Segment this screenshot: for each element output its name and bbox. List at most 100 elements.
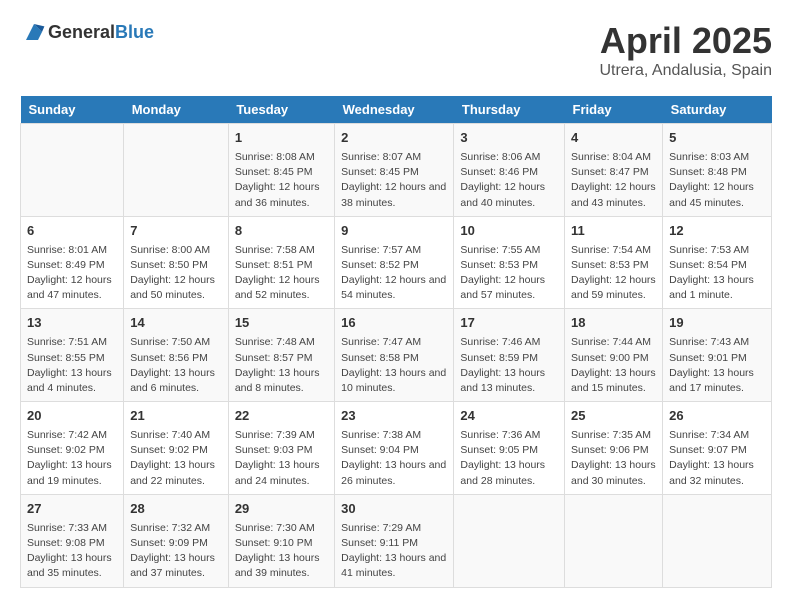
day-number: 1 <box>235 129 328 148</box>
cell-content: Sunrise: 7:55 AM Sunset: 8:53 PM Dayligh… <box>460 243 558 304</box>
calendar-cell: 28 Sunrise: 7:32 AM Sunset: 9:09 PM Dayli… <box>124 494 229 587</box>
cell-content: Sunrise: 8:07 AM Sunset: 8:45 PM Dayligh… <box>341 150 447 211</box>
title-block: April 2025 Utrera, Andalusia, Spain <box>599 20 772 80</box>
day-number: 15 <box>235 314 328 333</box>
calendar-cell: 2 Sunrise: 8:07 AM Sunset: 8:45 PM Daylig… <box>335 124 454 217</box>
logo-general: General <box>48 22 115 42</box>
calendar-week-row: 20 Sunrise: 7:42 AM Sunset: 9:02 PM Dayli… <box>21 402 772 495</box>
weekday-header: Monday <box>124 96 229 124</box>
cell-content: Sunrise: 7:35 AM Sunset: 9:06 PM Dayligh… <box>571 428 656 489</box>
subtitle: Utrera, Andalusia, Spain <box>599 62 772 80</box>
calendar-cell: 15 Sunrise: 7:48 AM Sunset: 8:57 PM Dayli… <box>228 309 334 402</box>
cell-content: Sunrise: 7:46 AM Sunset: 8:59 PM Dayligh… <box>460 335 558 396</box>
calendar-cell: 19 Sunrise: 7:43 AM Sunset: 9:01 PM Dayli… <box>663 309 772 402</box>
calendar-cell: 11 Sunrise: 7:54 AM Sunset: 8:53 PM Dayli… <box>565 216 663 309</box>
calendar-cell: 4 Sunrise: 8:04 AM Sunset: 8:47 PM Daylig… <box>565 124 663 217</box>
day-number: 10 <box>460 222 558 241</box>
day-number: 11 <box>571 222 656 241</box>
calendar-cell <box>124 124 229 217</box>
cell-content: Sunrise: 7:44 AM Sunset: 9:00 PM Dayligh… <box>571 335 656 396</box>
calendar-cell: 9 Sunrise: 7:57 AM Sunset: 8:52 PM Daylig… <box>335 216 454 309</box>
day-number: 28 <box>130 500 222 519</box>
day-number: 22 <box>235 407 328 426</box>
cell-content: Sunrise: 7:50 AM Sunset: 8:56 PM Dayligh… <box>130 335 222 396</box>
cell-content: Sunrise: 7:36 AM Sunset: 9:05 PM Dayligh… <box>460 428 558 489</box>
cell-content: Sunrise: 7:48 AM Sunset: 8:57 PM Dayligh… <box>235 335 328 396</box>
calendar-cell: 25 Sunrise: 7:35 AM Sunset: 9:06 PM Dayli… <box>565 402 663 495</box>
day-number: 3 <box>460 129 558 148</box>
day-number: 19 <box>669 314 765 333</box>
cell-content: Sunrise: 7:40 AM Sunset: 9:02 PM Dayligh… <box>130 428 222 489</box>
logo: GeneralBlue <box>20 20 154 44</box>
calendar-cell: 26Sunrise: 7:34 AM Sunset: 9:07 PM Dayli… <box>663 402 772 495</box>
day-number: 25 <box>571 407 656 426</box>
calendar-cell <box>21 124 124 217</box>
cell-content: Sunrise: 7:54 AM Sunset: 8:53 PM Dayligh… <box>571 243 656 304</box>
cell-content: Sunrise: 8:08 AM Sunset: 8:45 PM Dayligh… <box>235 150 328 211</box>
day-number: 16 <box>341 314 447 333</box>
calendar-table: SundayMondayTuesdayWednesdayThursdayFrid… <box>20 96 772 588</box>
day-number: 20 <box>27 407 117 426</box>
calendar-cell <box>454 494 565 587</box>
cell-content: Sunrise: 7:42 AM Sunset: 9:02 PM Dayligh… <box>27 428 117 489</box>
logo-blue: Blue <box>115 22 154 42</box>
calendar-cell: 18 Sunrise: 7:44 AM Sunset: 9:00 PM Dayli… <box>565 309 663 402</box>
day-number: 2 <box>341 129 447 148</box>
calendar-week-row: 6Sunrise: 8:01 AM Sunset: 8:49 PM Daylig… <box>21 216 772 309</box>
cell-content: Sunrise: 7:43 AM Sunset: 9:01 PM Dayligh… <box>669 335 765 396</box>
calendar-cell: 20 Sunrise: 7:42 AM Sunset: 9:02 PM Dayli… <box>21 402 124 495</box>
weekday-header: Sunday <box>21 96 124 124</box>
cell-content: Sunrise: 7:57 AM Sunset: 8:52 PM Dayligh… <box>341 243 447 304</box>
calendar-cell: 29Sunrise: 7:30 AM Sunset: 9:10 PM Dayli… <box>228 494 334 587</box>
day-number: 23 <box>341 407 447 426</box>
calendar-cell: 8 Sunrise: 7:58 AM Sunset: 8:51 PM Daylig… <box>228 216 334 309</box>
day-number: 18 <box>571 314 656 333</box>
cell-content: Sunrise: 8:04 AM Sunset: 8:47 PM Dayligh… <box>571 150 656 211</box>
cell-content: Sunrise: 7:32 AM Sunset: 9:09 PM Dayligh… <box>130 521 222 582</box>
day-number: 5 <box>669 129 765 148</box>
calendar-cell: 10 Sunrise: 7:55 AM Sunset: 8:53 PM Dayli… <box>454 216 565 309</box>
day-number: 24 <box>460 407 558 426</box>
cell-content: Sunrise: 7:53 AM Sunset: 8:54 PM Dayligh… <box>669 243 765 304</box>
day-number: 4 <box>571 129 656 148</box>
weekday-header: Wednesday <box>335 96 454 124</box>
calendar-cell: 1 Sunrise: 8:08 AM Sunset: 8:45 PM Daylig… <box>228 124 334 217</box>
calendar-cell <box>565 494 663 587</box>
calendar-cell <box>663 494 772 587</box>
day-number: 8 <box>235 222 328 241</box>
calendar-cell: 30 Sunrise: 7:29 AM Sunset: 9:11 PM Dayli… <box>335 494 454 587</box>
calendar-cell: 24 Sunrise: 7:36 AM Sunset: 9:05 PM Dayli… <box>454 402 565 495</box>
weekday-header: Thursday <box>454 96 565 124</box>
calendar-cell: 22Sunrise: 7:39 AM Sunset: 9:03 PM Dayli… <box>228 402 334 495</box>
calendar-cell: 23 Sunrise: 7:38 AM Sunset: 9:04 PM Dayli… <box>335 402 454 495</box>
cell-content: Sunrise: 7:29 AM Sunset: 9:11 PM Dayligh… <box>341 521 447 582</box>
day-number: 21 <box>130 407 222 426</box>
cell-content: Sunrise: 7:38 AM Sunset: 9:04 PM Dayligh… <box>341 428 447 489</box>
cell-content: Sunrise: 8:06 AM Sunset: 8:46 PM Dayligh… <box>460 150 558 211</box>
calendar-cell: 13 Sunrise: 7:51 AM Sunset: 8:55 PM Dayli… <box>21 309 124 402</box>
calendar-cell: 16 Sunrise: 7:47 AM Sunset: 8:58 PM Dayli… <box>335 309 454 402</box>
calendar-cell: 7Sunrise: 8:00 AM Sunset: 8:50 PM Daylig… <box>124 216 229 309</box>
cell-content: Sunrise: 8:00 AM Sunset: 8:50 PM Dayligh… <box>130 243 222 304</box>
cell-content: Sunrise: 7:51 AM Sunset: 8:55 PM Dayligh… <box>27 335 117 396</box>
calendar-cell: 27 Sunrise: 7:33 AM Sunset: 9:08 PM Dayli… <box>21 494 124 587</box>
calendar-cell: 21 Sunrise: 7:40 AM Sunset: 9:02 PM Dayli… <box>124 402 229 495</box>
calendar-cell: 12 Sunrise: 7:53 AM Sunset: 8:54 PM Dayli… <box>663 216 772 309</box>
cell-content: Sunrise: 7:34 AM Sunset: 9:07 PM Dayligh… <box>669 428 765 489</box>
day-number: 27 <box>27 500 117 519</box>
day-number: 9 <box>341 222 447 241</box>
cell-content: Sunrise: 7:58 AM Sunset: 8:51 PM Dayligh… <box>235 243 328 304</box>
day-number: 29 <box>235 500 328 519</box>
day-number: 6 <box>27 222 117 241</box>
weekday-header: Tuesday <box>228 96 334 124</box>
calendar-week-row: 1 Sunrise: 8:08 AM Sunset: 8:45 PM Daylig… <box>21 124 772 217</box>
cell-content: Sunrise: 7:33 AM Sunset: 9:08 PM Dayligh… <box>27 521 117 582</box>
weekday-header: Saturday <box>663 96 772 124</box>
logo-icon <box>22 20 46 44</box>
cell-content: Sunrise: 8:03 AM Sunset: 8:48 PM Dayligh… <box>669 150 765 211</box>
calendar-cell: 14Sunrise: 7:50 AM Sunset: 8:56 PM Dayli… <box>124 309 229 402</box>
day-number: 13 <box>27 314 117 333</box>
day-number: 30 <box>341 500 447 519</box>
cell-content: Sunrise: 7:47 AM Sunset: 8:58 PM Dayligh… <box>341 335 447 396</box>
day-number: 12 <box>669 222 765 241</box>
